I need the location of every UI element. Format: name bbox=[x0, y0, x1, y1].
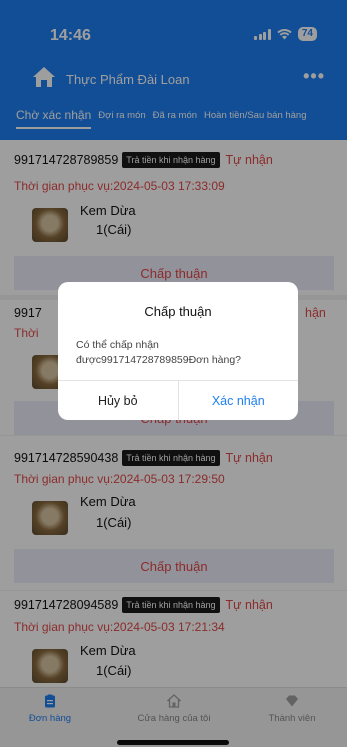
cancel-button[interactable]: Hủy bỏ bbox=[58, 381, 179, 420]
confirm-button[interactable]: Xác nhận bbox=[179, 381, 299, 420]
dialog-actions: Hủy bỏ Xác nhận bbox=[58, 380, 298, 420]
dialog-message-line: được991714728789859Đơn hàng? bbox=[76, 354, 242, 366]
dialog-message: Có thể chấp nhận được991714728789859Đơn … bbox=[76, 338, 282, 368]
dialog-message-line: Có thể chấp nhận bbox=[76, 339, 159, 351]
dialog-title: Chấp thuận bbox=[144, 304, 212, 319]
accept-confirmation-dialog: Chấp thuận Có thể chấp nhận được99171472… bbox=[58, 282, 298, 420]
